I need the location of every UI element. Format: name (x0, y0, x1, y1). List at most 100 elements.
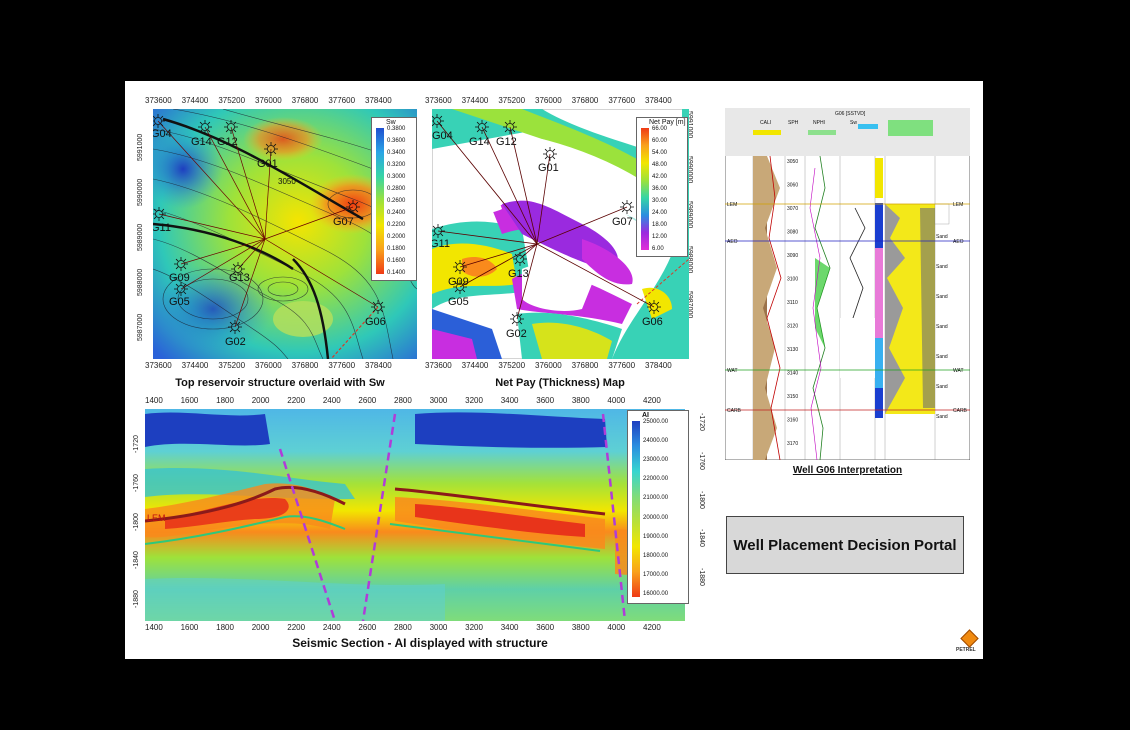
well-log-plot[interactable]: G06 [SSTVD] CALISPHNPHISwLithology (724, 107, 971, 461)
well-label: G14 (191, 136, 212, 148)
depth-label: 3070 (787, 206, 798, 212)
sex-tick: 3200 (465, 396, 483, 405)
well-log-caption: Well G06 Interpretation (792, 465, 903, 476)
npleg-value: 48.00 (652, 162, 668, 168)
sey-tick: -1720 (133, 435, 140, 453)
sex-tick: 3800 (571, 396, 590, 405)
npx-tick: 376800 (571, 96, 599, 105)
well-log-panel: G06 [SSTVD] CALISPHNPHISwLithology (724, 107, 971, 476)
aileg-value: 22000.00 (643, 476, 669, 483)
depth-label: 3090 (787, 253, 798, 259)
seismic-section-plot[interactable]: LEM (145, 409, 685, 621)
depth-label: 3140 (787, 371, 798, 377)
ai-legend: AI 25000.00 24000.00 23000.00 22000.00 21000… (627, 410, 689, 604)
swx-tick: 376800 (291, 96, 319, 105)
ai-legend-title: AI (642, 412, 649, 419)
sw-legend: Sw 0.3800 0.3600 0.3400 0.3200 0.3000 0.2800 0… (371, 117, 417, 281)
netpay-map-caption: Net Pay (Thickness) Map (495, 377, 625, 389)
sex-tick: 1600 (180, 396, 199, 405)
swx2-tick: 374400 (181, 361, 209, 370)
swleg-value: 0.2000 (387, 234, 406, 240)
aileg-value: 17000.00 (643, 571, 669, 578)
swx2-tick: 373600 (145, 361, 172, 370)
swleg-value: 0.1800 (387, 246, 406, 252)
sex-tick: 3000 (429, 396, 448, 405)
npx2-tick: 373600 (425, 361, 452, 370)
sex2-tick: 2400 (322, 623, 341, 632)
petrel-logo: PETREL (956, 629, 980, 654)
depth-label: 3170 (787, 441, 798, 447)
sex-tick: 2200 (287, 396, 306, 405)
sand-label: Sand (936, 414, 948, 420)
sex-tick: 1800 (216, 396, 234, 405)
sey-tick: -1840 (133, 551, 140, 570)
npx2-tick: 375200 (498, 361, 526, 370)
swy-tick: 5988000 (137, 268, 144, 296)
swx2-tick: 376800 (291, 361, 319, 370)
sey-tick: -1880 (133, 590, 140, 608)
sex2-tick: 3600 (536, 623, 555, 632)
sey-tick: -1800 (133, 512, 140, 531)
sex-tick: 2400 (322, 396, 341, 405)
sex2-tick: 1600 (180, 623, 199, 632)
well-label: G12 (496, 136, 517, 148)
sey2-tick: -1800 (698, 490, 705, 509)
depth-label: 3100 (787, 277, 798, 283)
npleg-value: 12.00 (652, 234, 668, 240)
sex-tick: 2000 (251, 396, 270, 405)
swleg-value: 0.3400 (387, 150, 406, 156)
swx2-tick: 376000 (255, 361, 282, 370)
sey2-tick: -1880 (698, 568, 705, 586)
aileg-value: 24000.00 (643, 438, 669, 445)
well-label: G06 (642, 316, 663, 328)
well-label: G05 (169, 296, 190, 308)
depth-label: 3120 (787, 324, 798, 330)
aileg-value: 20000.00 (643, 514, 669, 521)
well-label: G14 (469, 136, 490, 148)
swx-tick: 374400 (181, 96, 209, 105)
marker-label-right: WAT (953, 368, 964, 374)
npleg-value: 30.00 (652, 198, 668, 204)
npx-tick: 373600 (425, 96, 452, 105)
well-label: G01 (257, 158, 278, 170)
marker-label-left: AEO (727, 239, 738, 245)
petrel-logo-icon (960, 629, 979, 648)
sey2-tick: -1840 (698, 529, 705, 548)
well-label: G13 (508, 268, 529, 280)
marker-label-right: LEM (953, 202, 963, 208)
swx-tick: 377600 (328, 96, 356, 105)
sex2-tick: 3800 (571, 623, 590, 632)
well-label: G09 (448, 276, 469, 288)
horizon-label-lem: LEM (147, 513, 166, 523)
well-label: G05 (448, 296, 469, 308)
well-label: G02 (225, 336, 246, 348)
npx-tick: 377600 (608, 96, 636, 105)
sex2-tick: 2800 (394, 623, 412, 632)
sand-label: Sand (936, 324, 948, 330)
aileg-value: 19000.00 (643, 533, 669, 540)
contour-label: 3050 (278, 177, 296, 186)
sex-tick: 3600 (536, 396, 555, 405)
depth-label: 3080 (787, 230, 798, 236)
swleg-value: 0.3600 (387, 138, 406, 144)
npleg-value: 42.00 (652, 174, 668, 180)
swx-tick: 376000 (255, 96, 282, 105)
swleg-value: 0.3800 (387, 126, 406, 132)
sex-tick: 2800 (394, 396, 412, 405)
npx2-tick: 376000 (535, 361, 562, 370)
sey-tick: -1760 (133, 473, 140, 492)
sand-label: Sand (936, 354, 948, 360)
npx2-tick: 378400 (645, 361, 672, 370)
depth-label: 3150 (787, 394, 798, 400)
well-placement-portal-button[interactable]: Well Placement Decision Portal (726, 516, 964, 574)
netpay-legend: Net Pay [m] 66.00 60.00 54.00 48.00 42.00 36.… (636, 117, 688, 257)
swleg-value: 0.2400 (387, 210, 406, 216)
npx2-tick: 377600 (608, 361, 636, 370)
marker-label-right: AEO (953, 239, 964, 245)
swx2-tick: 378400 (365, 361, 392, 370)
aileg-value: 25000.00 (643, 419, 669, 425)
npx-tick: 375200 (498, 96, 526, 105)
well-label: G09 (169, 272, 190, 284)
npleg-value: 66.00 (652, 126, 668, 132)
npleg-value: 36.00 (652, 186, 668, 192)
